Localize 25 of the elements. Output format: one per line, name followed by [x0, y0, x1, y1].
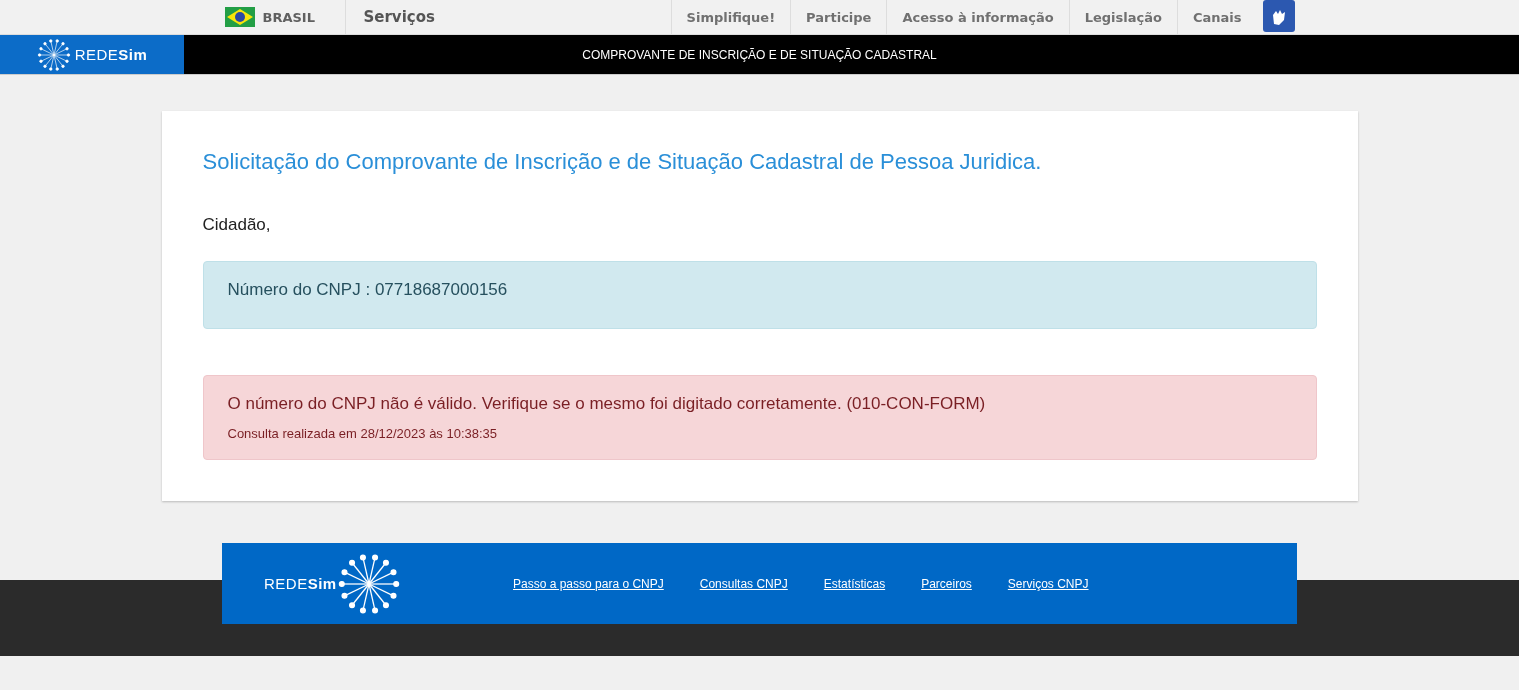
gov-link[interactable]: Canais: [1176, 0, 1257, 34]
logo-banner[interactable]: REDESim: [0, 35, 184, 74]
greeting: Cidadão,: [202, 215, 272, 235]
gov-link[interactable]: Simplifique!: [670, 0, 791, 34]
footer-link[interactable]: Serviços CNPJ: [1007, 576, 1089, 591]
flag-icon: [224, 7, 255, 27]
gov-link[interactable]: Acesso à informação: [886, 0, 1069, 34]
logo-text: REDESim: [74, 46, 148, 63]
country-label[interactable]: BRASIL: [262, 9, 315, 25]
alert-message: Número do CNPJ : 07718687000156: [227, 280, 509, 300]
page-title: COMPROVANTE DE INSCRIÇÃO E DE SITUAÇÃO CADASTRAL: [581, 47, 938, 62]
network-icon: [36, 37, 71, 72]
logo-text: REDESim: [264, 575, 337, 592]
footer-link[interactable]: Consultas CNPJ: [699, 576, 788, 591]
gov-link[interactable]: Legislação: [1068, 0, 1177, 34]
accessibility-button[interactable]: [1262, 0, 1295, 32]
gov-link[interactable]: Participe: [790, 0, 887, 34]
services-link[interactable]: Serviços: [345, 0, 671, 34]
alert-note: Consulta realizada em 28/12/2023 às 10:38:35: [227, 426, 499, 441]
footer-link[interactable]: Estatísticas: [823, 576, 886, 591]
heading: Solicitação do Comprovante de Inscrição e de Situação Cadastral de Pessoa Juridica.: [202, 149, 1043, 175]
footer-link[interactable]: Parceiros: [921, 576, 972, 591]
network-icon: [336, 551, 401, 616]
footer-link[interactable]: Passo a passo para o CNPJ: [513, 576, 664, 591]
alert-message: O número do CNPJ não é válido. Verifique se o mesmo foi digitado corretamente. (010-CON-FORM): [227, 394, 987, 414]
